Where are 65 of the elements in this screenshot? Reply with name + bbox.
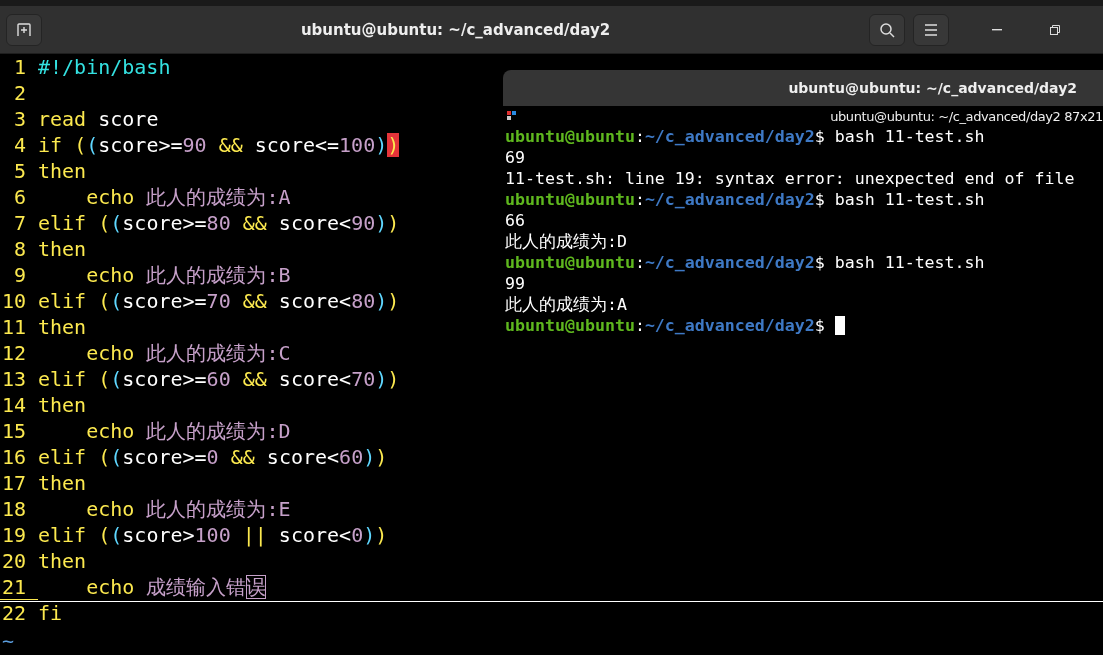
output-line: 99 (505, 273, 525, 294)
code-line: #!/bin/bash (38, 56, 171, 79)
search-icon (879, 21, 895, 38)
code-line: echo 此人的成绩为:C (85, 342, 291, 365)
output-line: 11-test.sh: line 19: syntax error: unexpected end of file (505, 168, 1075, 189)
minimize-icon (992, 28, 1002, 31)
menu-icon (924, 23, 938, 36)
code-line: elif ((score>=80 && score<90)) (38, 212, 400, 235)
line-number: 15 (0, 420, 27, 443)
line-number: 17 (0, 472, 27, 495)
line-number: 16 (0, 446, 27, 469)
line-number: 18 (0, 498, 27, 521)
code-line: then (38, 316, 87, 339)
code-line: echo 此人的成绩为:A (85, 186, 291, 209)
output-line: 66 (505, 210, 525, 231)
output-line: 此人的成绩为:D (505, 231, 627, 252)
line-number: 14 (0, 394, 27, 417)
line-number: 3 (12, 108, 27, 131)
new-tab-button[interactable] (6, 13, 42, 46)
prompt-line: ubuntu@ubuntu:~/c_advanced/day2$ bash 11-test.sh (505, 189, 985, 210)
code-line: then (38, 550, 87, 573)
code-line: fi (38, 602, 63, 625)
prompt-line: ubuntu@ubuntu:~/c_advanced/day2$ (505, 315, 825, 336)
code-line: then (38, 160, 87, 183)
output-line: 69 (505, 147, 525, 168)
code-line: then (38, 394, 87, 417)
code-line: then (38, 238, 87, 261)
line-number: 7 (12, 212, 27, 235)
prompt-line: ubuntu@ubuntu:~/c_advanced/day2$ bash 11-test.sh (505, 252, 985, 273)
line-number: 4 (12, 134, 27, 157)
window-title: ubuntu@ubuntu: ~/c_advanced/day2 (299, 20, 612, 39)
menu-button[interactable] (913, 13, 949, 46)
output-line: 此人的成绩为:A (505, 294, 627, 315)
code-line: read score (38, 108, 159, 131)
line-number: 2 (12, 82, 27, 105)
code-line: elif ((score>=70 && score<80)) (38, 290, 400, 313)
line-number: 22 (0, 602, 27, 625)
code-line: echo 此人的成绩为:B (85, 264, 291, 287)
code-line: then (38, 472, 87, 495)
line-number: 21 (0, 576, 38, 600)
terminal-title: ubuntu@ubuntu: ~/c_advanced/day2 (788, 80, 1077, 96)
code-line: echo 此人的成绩为:E (85, 498, 291, 521)
line-number: 10 (0, 290, 27, 313)
line-number: 12 (0, 342, 27, 365)
empty-line-marker: ~ (2, 629, 15, 653)
code-line: elif ((score>=60 && score<70)) (38, 368, 400, 391)
squares-icon (507, 111, 517, 121)
restore-icon (1050, 24, 1060, 35)
new-tab-icon (16, 21, 32, 38)
line-number: 11 (0, 316, 27, 339)
code-line: if ((score>=90 && score<=100)) (38, 134, 400, 157)
line-number: 13 (0, 368, 27, 391)
code-line: elif ((score>100 || score<0)) (38, 524, 388, 547)
line-number: 1 (12, 56, 27, 79)
line-number: 9 (12, 264, 27, 287)
code-line: echo 此人的成绩为:D (85, 420, 291, 443)
line-number: 20 (0, 550, 27, 573)
code-line: elif ((score>=0 && score<60)) (38, 446, 388, 469)
search-button[interactable] (869, 13, 905, 46)
line-number: 6 (12, 186, 27, 209)
terminal-size-label: ubuntu@ubuntu: ~/c_advanced/day2 87x21 (830, 108, 1103, 124)
prompt-line: ubuntu@ubuntu:~/c_advanced/day2$ bash 11-test.sh (505, 126, 985, 147)
line-number: 19 (0, 524, 27, 547)
line-number: 8 (12, 238, 27, 261)
line-number: 5 (12, 160, 27, 183)
